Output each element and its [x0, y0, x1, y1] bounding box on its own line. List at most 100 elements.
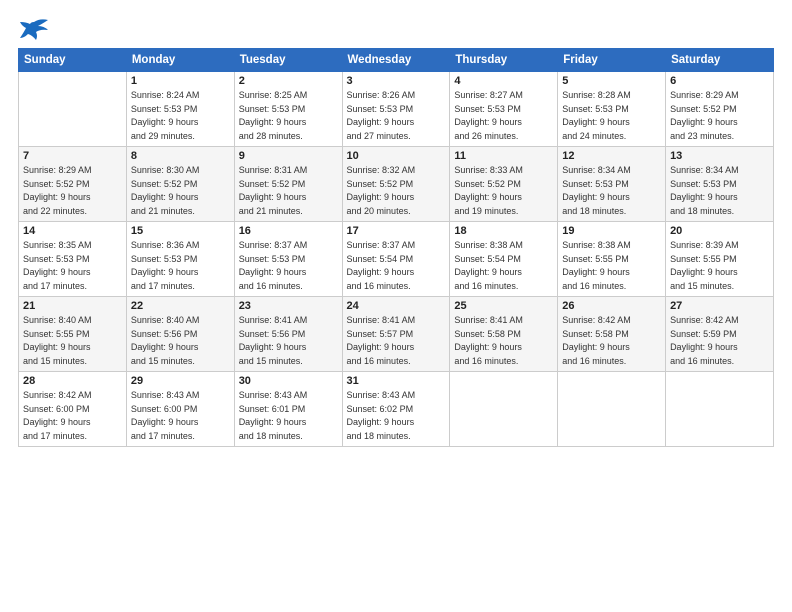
- day-number: 21: [23, 300, 122, 312]
- calendar-cell: 29 Sunrise: 8:43 AMSunset: 6:00 PMDayligh…: [126, 372, 234, 447]
- day-number: 15: [131, 225, 230, 237]
- calendar-cell: 14 Sunrise: 8:35 AMSunset: 5:53 PMDayligh…: [19, 222, 127, 297]
- weekday-header-cell: Monday: [126, 49, 234, 72]
- day-number: 14: [23, 225, 122, 237]
- calendar-cell: 8 Sunrise: 8:30 AMSunset: 5:52 PMDaylight…: [126, 147, 234, 222]
- calendar-cell: 6Sunrise: 8:29 AMSunset: 5:52 PMDaylight…: [666, 72, 774, 147]
- day-number: 26: [562, 300, 661, 312]
- calendar-cell: 26 Sunrise: 8:42 AMSunset: 5:58 PMDayligh…: [558, 297, 666, 372]
- weekday-header-cell: Sunday: [19, 49, 127, 72]
- calendar-cell: 12 Sunrise: 8:34 AMSunset: 5:53 PMDayligh…: [558, 147, 666, 222]
- day-info: Sunrise: 8:28 AMSunset: 5:53 PMDaylight:…: [562, 89, 661, 143]
- day-info: Sunrise: 8:33 AMSunset: 5:52 PMDaylight:…: [454, 164, 553, 218]
- calendar-cell: 4 Sunrise: 8:27 AMSunset: 5:53 PMDaylight…: [450, 72, 558, 147]
- calendar-cell: 13Sunrise: 8:34 AMSunset: 5:53 PMDayligh…: [666, 147, 774, 222]
- day-number: 31: [347, 375, 446, 387]
- day-info: Sunrise: 8:38 AMSunset: 5:55 PMDaylight:…: [562, 239, 661, 293]
- calendar-cell: 2Sunrise: 8:25 AMSunset: 5:53 PMDaylight…: [234, 72, 342, 147]
- calendar-week-row: 1 Sunrise: 8:24 AMSunset: 5:53 PMDaylight…: [19, 72, 774, 147]
- day-number: 16: [239, 225, 338, 237]
- day-info: Sunrise: 8:30 AMSunset: 5:52 PMDaylight:…: [131, 164, 230, 218]
- day-info: Sunrise: 8:35 AMSunset: 5:53 PMDaylight:…: [23, 239, 122, 293]
- calendar-cell: 7Sunrise: 8:29 AMSunset: 5:52 PMDaylight…: [19, 147, 127, 222]
- calendar-cell: [666, 372, 774, 447]
- day-info: Sunrise: 8:29 AMSunset: 5:52 PMDaylight:…: [23, 164, 122, 218]
- day-number: 10: [347, 150, 446, 162]
- weekday-header-cell: Friday: [558, 49, 666, 72]
- page: SundayMondayTuesdayWednesdayThursdayFrid…: [0, 0, 792, 612]
- day-number: 19: [562, 225, 661, 237]
- day-info: Sunrise: 8:38 AMSunset: 5:54 PMDaylight:…: [454, 239, 553, 293]
- calendar-week-row: 21 Sunrise: 8:40 AMSunset: 5:55 PMDayligh…: [19, 297, 774, 372]
- calendar-week-row: 7Sunrise: 8:29 AMSunset: 5:52 PMDaylight…: [19, 147, 774, 222]
- day-info: Sunrise: 8:41 AMSunset: 5:58 PMDaylight:…: [454, 314, 553, 368]
- calendar-cell: 5Sunrise: 8:28 AMSunset: 5:53 PMDaylight…: [558, 72, 666, 147]
- day-info: Sunrise: 8:42 AMSunset: 5:58 PMDaylight:…: [562, 314, 661, 368]
- day-info: Sunrise: 8:32 AMSunset: 5:52 PMDaylight:…: [347, 164, 446, 218]
- calendar-body: 1 Sunrise: 8:24 AMSunset: 5:53 PMDaylight…: [19, 72, 774, 447]
- day-info: Sunrise: 8:24 AMSunset: 5:53 PMDaylight:…: [131, 89, 230, 143]
- calendar-cell: 1 Sunrise: 8:24 AMSunset: 5:53 PMDaylight…: [126, 72, 234, 147]
- day-number: 25: [454, 300, 553, 312]
- logo-icon: [18, 18, 50, 40]
- calendar-cell: [558, 372, 666, 447]
- day-number: 1: [131, 75, 230, 87]
- day-number: 2: [239, 75, 338, 87]
- day-info: Sunrise: 8:40 AMSunset: 5:55 PMDaylight:…: [23, 314, 122, 368]
- day-number: 8: [131, 150, 230, 162]
- day-info: Sunrise: 8:37 AMSunset: 5:53 PMDaylight:…: [239, 239, 338, 293]
- calendar-cell: 17Sunrise: 8:37 AMSunset: 5:54 PMDayligh…: [342, 222, 450, 297]
- calendar-table: SundayMondayTuesdayWednesdayThursdayFrid…: [18, 48, 774, 447]
- day-number: 9: [239, 150, 338, 162]
- day-number: 4: [454, 75, 553, 87]
- calendar-cell: 25 Sunrise: 8:41 AMSunset: 5:58 PMDayligh…: [450, 297, 558, 372]
- day-number: 28: [23, 375, 122, 387]
- day-number: 13: [670, 150, 769, 162]
- day-info: Sunrise: 8:40 AMSunset: 5:56 PMDaylight:…: [131, 314, 230, 368]
- day-number: 29: [131, 375, 230, 387]
- day-number: 18: [454, 225, 553, 237]
- day-info: Sunrise: 8:42 AMSunset: 5:59 PMDaylight:…: [670, 314, 769, 368]
- calendar-cell: [450, 372, 558, 447]
- day-info: Sunrise: 8:41 AMSunset: 5:57 PMDaylight:…: [347, 314, 446, 368]
- day-number: 24: [347, 300, 446, 312]
- calendar-cell: 22 Sunrise: 8:40 AMSunset: 5:56 PMDayligh…: [126, 297, 234, 372]
- day-number: 3: [347, 75, 446, 87]
- day-number: 30: [239, 375, 338, 387]
- calendar-cell: 27Sunrise: 8:42 AMSunset: 5:59 PMDayligh…: [666, 297, 774, 372]
- day-info: Sunrise: 8:27 AMSunset: 5:53 PMDaylight:…: [454, 89, 553, 143]
- day-number: 20: [670, 225, 769, 237]
- calendar-cell: 11Sunrise: 8:33 AMSunset: 5:52 PMDayligh…: [450, 147, 558, 222]
- logo: [18, 18, 52, 40]
- day-number: 23: [239, 300, 338, 312]
- calendar-cell: 24 Sunrise: 8:41 AMSunset: 5:57 PMDayligh…: [342, 297, 450, 372]
- header: [18, 18, 774, 40]
- day-info: Sunrise: 8:31 AMSunset: 5:52 PMDaylight:…: [239, 164, 338, 218]
- calendar-cell: 30 Sunrise: 8:43 AMSunset: 6:01 PMDayligh…: [234, 372, 342, 447]
- day-number: 12: [562, 150, 661, 162]
- calendar-cell: 20Sunrise: 8:39 AMSunset: 5:55 PMDayligh…: [666, 222, 774, 297]
- calendar-cell: 16 Sunrise: 8:37 AMSunset: 5:53 PMDayligh…: [234, 222, 342, 297]
- calendar-week-row: 14 Sunrise: 8:35 AMSunset: 5:53 PMDayligh…: [19, 222, 774, 297]
- calendar-cell: 23Sunrise: 8:41 AMSunset: 5:56 PMDayligh…: [234, 297, 342, 372]
- day-info: Sunrise: 8:34 AMSunset: 5:53 PMDaylight:…: [562, 164, 661, 218]
- weekday-header-cell: Thursday: [450, 49, 558, 72]
- calendar-cell: 21 Sunrise: 8:40 AMSunset: 5:55 PMDayligh…: [19, 297, 127, 372]
- day-info: Sunrise: 8:36 AMSunset: 5:53 PMDaylight:…: [131, 239, 230, 293]
- calendar-cell: 15 Sunrise: 8:36 AMSunset: 5:53 PMDayligh…: [126, 222, 234, 297]
- day-info: Sunrise: 8:43 AMSunset: 6:00 PMDaylight:…: [131, 389, 230, 443]
- calendar-cell: 10 Sunrise: 8:32 AMSunset: 5:52 PMDayligh…: [342, 147, 450, 222]
- day-info: Sunrise: 8:29 AMSunset: 5:52 PMDaylight:…: [670, 89, 769, 143]
- calendar-cell: 28 Sunrise: 8:42 AMSunset: 6:00 PMDayligh…: [19, 372, 127, 447]
- weekday-header-cell: Tuesday: [234, 49, 342, 72]
- day-info: Sunrise: 8:26 AMSunset: 5:53 PMDaylight:…: [347, 89, 446, 143]
- calendar-cell: 9 Sunrise: 8:31 AMSunset: 5:52 PMDaylight…: [234, 147, 342, 222]
- day-info: Sunrise: 8:42 AMSunset: 6:00 PMDaylight:…: [23, 389, 122, 443]
- calendar-cell: [19, 72, 127, 147]
- calendar-cell: 18 Sunrise: 8:38 AMSunset: 5:54 PMDayligh…: [450, 222, 558, 297]
- weekday-header-cell: Saturday: [666, 49, 774, 72]
- calendar-cell: 3 Sunrise: 8:26 AMSunset: 5:53 PMDaylight…: [342, 72, 450, 147]
- day-number: 22: [131, 300, 230, 312]
- day-number: 17: [347, 225, 446, 237]
- day-info: Sunrise: 8:43 AMSunset: 6:01 PMDaylight:…: [239, 389, 338, 443]
